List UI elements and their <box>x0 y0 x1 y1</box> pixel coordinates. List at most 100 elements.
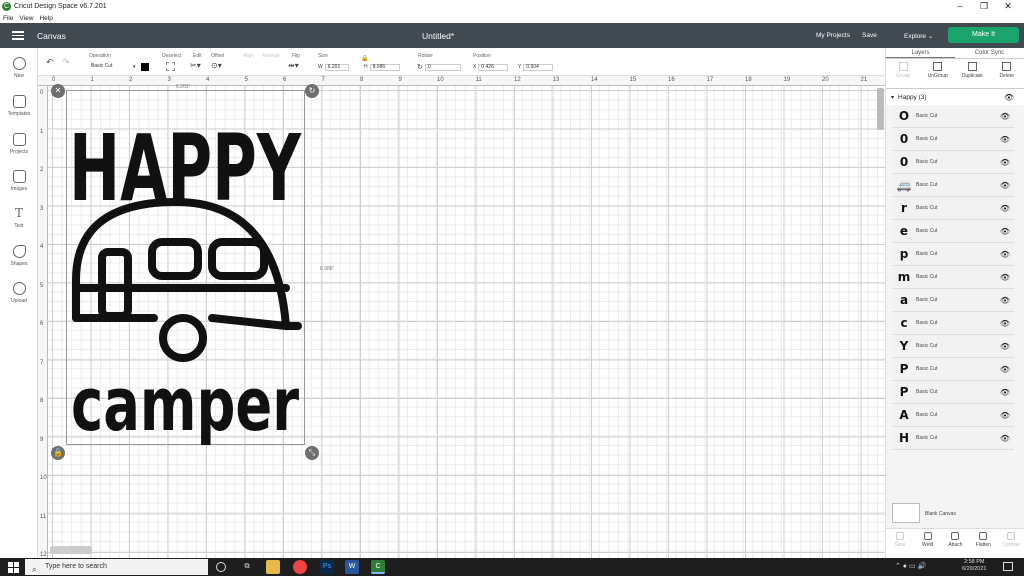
slice-button[interactable]: Slice <box>886 529 914 558</box>
make-it-button[interactable]: Make It <box>948 27 1019 43</box>
eye-icon[interactable]: 👁 <box>1000 434 1010 443</box>
layer-row[interactable]: HBasic Cut👁 <box>892 427 1014 450</box>
design-canvas[interactable]: 0123456789101112131415161718192021 01234… <box>38 76 885 558</box>
height-input[interactable]: 8.986 <box>370 64 400 71</box>
layer-row[interactable]: 🚐Basic Cut👁 <box>892 174 1014 197</box>
layer-row[interactable]: rBasic Cut👁 <box>892 197 1014 220</box>
task-view-icon[interactable]: ⧉ <box>240 560 254 574</box>
eye-icon[interactable]: 👁 <box>1000 296 1010 305</box>
hamburger-menu-icon[interactable] <box>12 31 24 40</box>
rotate-field[interactable]: ↻ 0 <box>417 63 461 71</box>
eye-icon[interactable]: 👁 <box>1004 93 1014 102</box>
group-button[interactable]: Group <box>886 59 921 88</box>
layer-row[interactable]: cBasic Cut👁 <box>892 312 1014 335</box>
layer-row[interactable]: PBasic Cut👁 <box>892 358 1014 381</box>
x-input[interactable]: 0.426 <box>478 64 508 71</box>
eye-icon[interactable]: 👁 <box>1000 342 1010 351</box>
layer-row[interactable]: 0Basic Cut👁 <box>892 151 1014 174</box>
layer-row[interactable]: PBasic Cut👁 <box>892 381 1014 404</box>
undo-icon[interactable]: ↶ <box>46 57 54 68</box>
windows-start-icon[interactable] <box>8 562 19 573</box>
ungroup-button[interactable]: UnGroup <box>921 59 956 88</box>
duplicate-button[interactable]: Duplicate <box>955 59 990 88</box>
menu-view[interactable]: View <box>19 15 33 22</box>
eye-icon[interactable]: 👁 <box>1000 158 1010 167</box>
vertical-scrollbar[interactable] <box>877 88 884 130</box>
eye-icon[interactable]: 👁 <box>1000 112 1010 121</box>
flip-icon[interactable]: ⇹▾ <box>288 61 299 70</box>
y-field[interactable]: Y 0.504 <box>518 63 553 71</box>
color-swatch[interactable] <box>141 63 149 71</box>
nav-upload[interactable]: Upload <box>0 282 38 304</box>
blank-canvas-swatch[interactable] <box>892 503 920 523</box>
word-icon[interactable]: W <box>345 560 359 574</box>
scissors-icon[interactable]: ✂▾ <box>190 61 201 70</box>
my-projects-button[interactable]: My Projects <box>816 32 850 39</box>
maximize-button[interactable]: ❐ <box>972 0 996 13</box>
file-explorer-icon[interactable] <box>266 560 280 574</box>
eye-icon[interactable]: 👁 <box>1000 319 1010 328</box>
resize-handle-icon[interactable]: ⤡ <box>305 446 319 460</box>
delete-handle-close-icon[interactable]: ✕ <box>51 84 65 98</box>
notification-icon[interactable] <box>1003 562 1013 571</box>
nav-templates[interactable]: Templates <box>0 95 38 117</box>
chrome-icon[interactable] <box>293 560 307 574</box>
width-field[interactable]: W 6.201 <box>318 63 349 71</box>
flatten-button[interactable]: Flatten <box>969 529 997 558</box>
eye-icon[interactable]: 👁 <box>1000 204 1010 213</box>
layer-row[interactable]: aBasic Cut👁 <box>892 289 1014 312</box>
attach-button[interactable]: Attach <box>942 529 970 558</box>
deselect-icon[interactable] <box>166 62 175 71</box>
chevron-down-icon[interactable]: ▾ <box>891 94 894 101</box>
eye-icon[interactable]: 👁 <box>1000 181 1010 190</box>
operation-select[interactable]: Basic Cut ▾ <box>89 63 149 71</box>
minimize-button[interactable]: – <box>948 0 972 13</box>
y-input[interactable]: 0.504 <box>523 64 553 71</box>
save-button[interactable]: Save <box>862 32 877 39</box>
eye-icon[interactable]: 👁 <box>1000 250 1010 259</box>
contour-button[interactable]: Contour <box>997 529 1024 558</box>
menu-help[interactable]: Help <box>39 15 52 22</box>
height-field[interactable]: H 8.986 <box>364 63 400 71</box>
weld-button[interactable]: Weld <box>914 529 942 558</box>
close-button[interactable]: ✕ <box>996 0 1020 13</box>
menu-file[interactable]: File <box>3 15 13 22</box>
eye-icon[interactable]: 👁 <box>1000 388 1010 397</box>
rotate-handle-icon[interactable]: ↻ <box>305 84 319 98</box>
lock-icon[interactable]: 🔒 <box>361 55 368 62</box>
cortana-icon[interactable] <box>216 562 226 572</box>
eye-icon[interactable]: 👁 <box>1000 411 1010 420</box>
layer-group-header[interactable]: ▾ Happy (3) 👁 <box>886 89 1024 105</box>
photoshop-icon[interactable]: Ps <box>320 560 334 574</box>
layer-row[interactable]: pBasic Cut👁 <box>892 243 1014 266</box>
layer-row[interactable]: ABasic Cut👁 <box>892 404 1014 427</box>
lock-handle-icon[interactable]: 🔒 <box>51 446 65 460</box>
layer-row[interactable]: 0Basic Cut👁 <box>892 128 1014 151</box>
layer-row[interactable]: YBasic Cut👁 <box>892 335 1014 358</box>
explore-dropdown[interactable]: Explore ⌄ <box>904 32 933 40</box>
nav-images[interactable]: Images <box>0 170 38 192</box>
layer-row[interactable]: mBasic Cut👁 <box>892 266 1014 289</box>
tab-color-sync[interactable]: Color Sync <box>955 48 1024 58</box>
delete-button[interactable]: Delete <box>990 59 1024 88</box>
cricut-taskbar-icon[interactable]: C <box>371 560 385 574</box>
eye-icon[interactable]: 👁 <box>1000 135 1010 144</box>
nav-projects[interactable]: Projects <box>0 133 38 155</box>
happy-camper-artwork[interactable]: HAPPY camper <box>66 90 305 445</box>
layer-row[interactable]: eBasic Cut👁 <box>892 220 1014 243</box>
redo-icon[interactable]: ↷ <box>62 57 70 68</box>
nav-text[interactable]: TText <box>0 207 38 229</box>
tab-layers[interactable]: Layers <box>886 48 955 58</box>
width-input[interactable]: 6.201 <box>325 64 349 71</box>
x-field[interactable]: X 0.426 <box>473 63 508 71</box>
offset-icon[interactable]: ⊙▾ <box>211 61 222 70</box>
clock[interactable]: 2:58 PM 6/29/2021 <box>962 559 986 573</box>
nav-new[interactable]: New <box>0 57 38 79</box>
layer-row[interactable]: OBasic Cut👁 <box>892 105 1014 128</box>
rotate-input[interactable]: 0 <box>425 64 461 71</box>
eye-icon[interactable]: 👁 <box>1000 273 1010 282</box>
horizontal-scrollbar[interactable] <box>50 546 92 554</box>
nav-shapes[interactable]: Shapes <box>0 245 38 267</box>
taskbar-search[interactable]: ⌕ Type here to search <box>25 559 208 575</box>
eye-icon[interactable]: 👁 <box>1000 227 1010 236</box>
